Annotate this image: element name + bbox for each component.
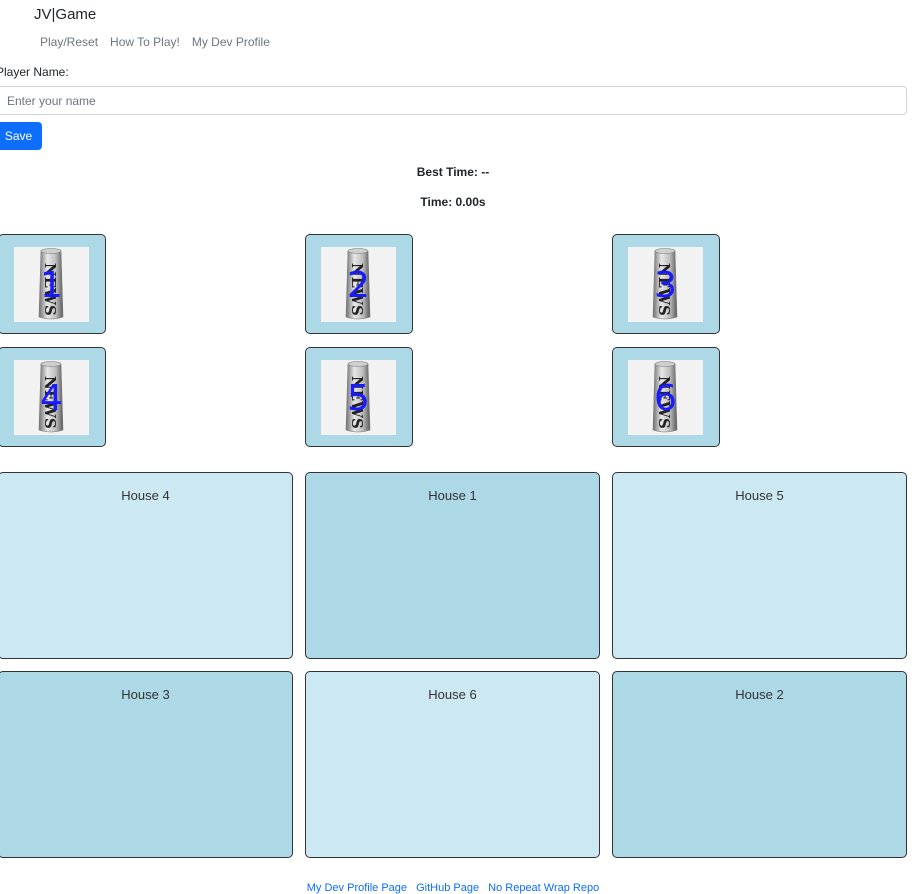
player-name-input[interactable] <box>0 86 907 115</box>
nav-play-reset[interactable]: Play/Reset <box>40 35 98 49</box>
newspaper-number: 4 <box>40 378 63 419</box>
newspaper-number: 5 <box>347 378 370 419</box>
house-drop-zone[interactable]: House 6 <box>305 671 600 858</box>
newspaper-tile-5[interactable]: NEWS 5 <box>305 347 413 447</box>
house-drop-zone[interactable]: House 4 <box>0 472 293 659</box>
house-drop-zone[interactable]: House 2 <box>612 671 907 858</box>
footer-links: My Dev Profile Page GitHub Page No Repea… <box>0 882 906 894</box>
newspaper-number: 6 <box>654 378 677 419</box>
newspaper-tile-3[interactable]: NEWS 3 <box>612 234 720 334</box>
footer-link-github[interactable]: GitHub Page <box>416 882 479 894</box>
brand-title[interactable]: JV|Game <box>34 6 96 23</box>
current-time: Time: 0.00s <box>420 195 486 209</box>
footer-link-dev-profile[interactable]: My Dev Profile Page <box>307 882 407 894</box>
house-drop-zone[interactable]: House 3 <box>0 671 293 858</box>
footer-link-repo[interactable]: No Repeat Wrap Repo <box>488 882 599 894</box>
newspaper-number: 3 <box>654 265 677 306</box>
house-drop-zone[interactable]: House 5 <box>612 472 907 659</box>
top-nav: Play/Reset How To Play! My Dev Profile <box>40 35 270 49</box>
newspaper-tile-4[interactable]: NEWS 4 <box>0 347 106 447</box>
best-time: Best Time: -- <box>416 165 490 179</box>
house-label: House 1 <box>428 488 477 503</box>
newspaper-tile-2[interactable]: NEWS 2 <box>305 234 413 334</box>
newspaper-number: 1 <box>40 265 63 306</box>
newspaper-tile-6[interactable]: NEWS 6 <box>612 347 720 447</box>
newspaper-tile-1[interactable]: NEWS 1 <box>0 234 106 334</box>
nav-dev-profile[interactable]: My Dev Profile <box>192 35 270 49</box>
house-label: House 3 <box>121 687 170 702</box>
house-label: House 6 <box>428 687 477 702</box>
house-label: House 5 <box>735 488 784 503</box>
newspaper-number: 2 <box>347 265 370 306</box>
nav-how-to-play[interactable]: How To Play! <box>110 35 180 49</box>
house-drop-zone[interactable]: House 1 <box>305 472 600 659</box>
house-label: House 4 <box>121 488 170 503</box>
player-name-label: Player Name: <box>0 65 69 79</box>
save-button[interactable]: Save <box>0 122 42 150</box>
house-label: House 2 <box>735 687 784 702</box>
